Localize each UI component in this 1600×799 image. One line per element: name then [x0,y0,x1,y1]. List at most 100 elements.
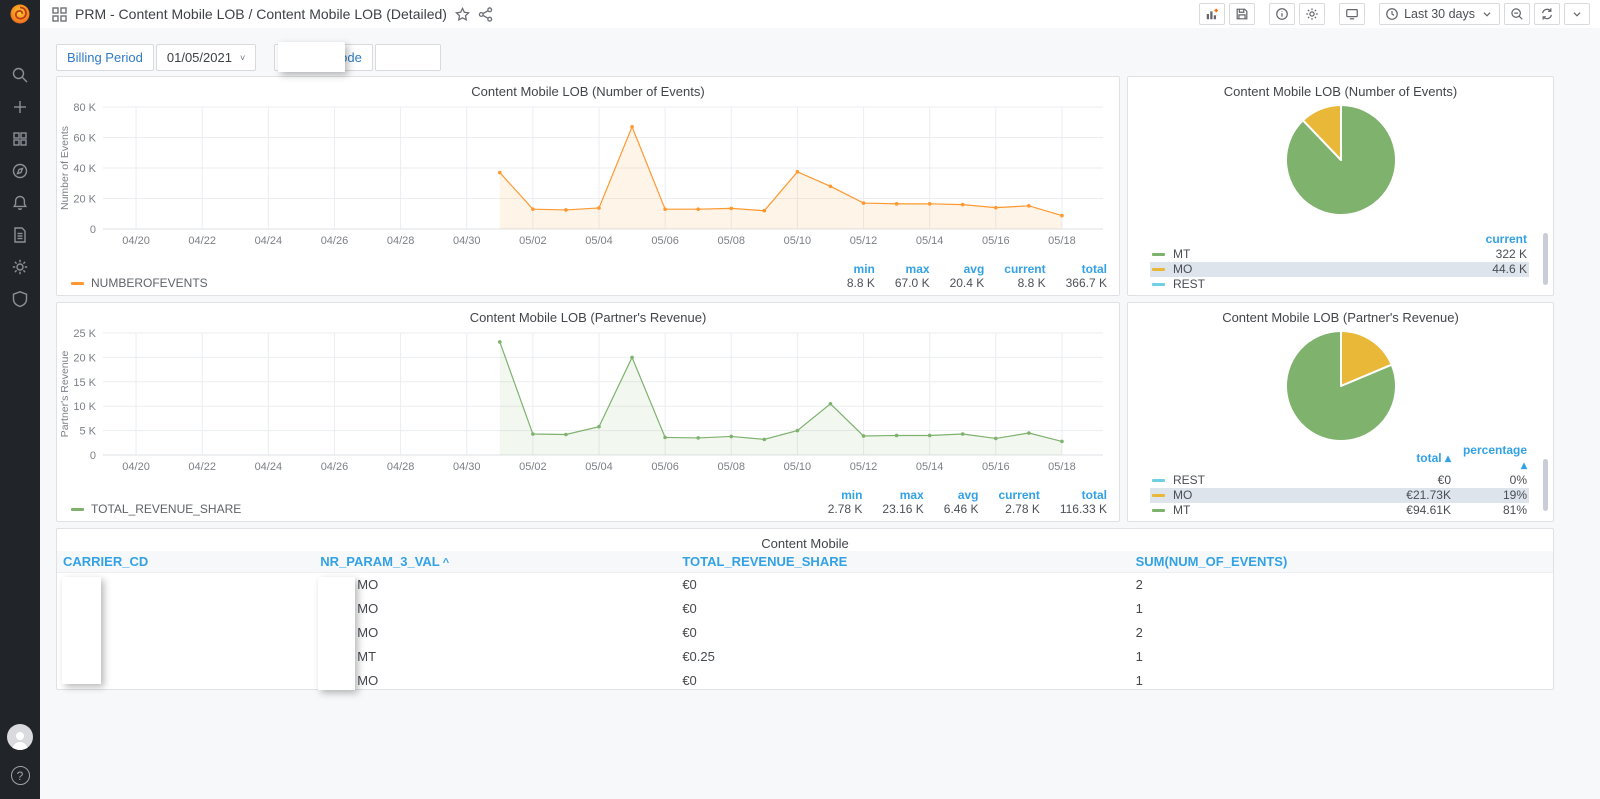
sidebar: ? [0,0,40,799]
series-dash-icon [1152,479,1165,482]
line-chart[interactable]: 04/20 04/22 04/24 04/26 04/28 04/30 05/02 05/04… [57,99,1105,251]
series-dash-icon [1152,268,1165,271]
legend-column-header[interactable]: percentage ▴ [1453,443,1529,473]
stats-table: min max avg current total 2.78 K 23.16 K 6.46 K… [808,488,1107,516]
svg-text:05/06: 05/06 [651,461,679,473]
legend-item[interactable]: REST [1152,277,1451,292]
sidebar-item-configuration[interactable] [11,258,29,276]
help-button[interactable]: ? [10,766,30,785]
billing-period-select[interactable]: 01/05/2021 ˅ [155,44,257,71]
panel-content-mobile-table: Content Mobile CARRIER_CD NR_PARAM_3_VAL … [56,528,1554,690]
panel-title[interactable]: Content Mobile LOB (Number of Events) [57,77,1119,99]
stat-value: 20.4 K [949,276,985,290]
legend-item[interactable]: REST [1152,473,1375,488]
panel-title[interactable]: Content Mobile LOB (Number of Events) [1128,77,1553,99]
sidebar-item-alerting[interactable] [11,194,29,212]
star-icon[interactable] [454,6,470,22]
svg-text:05/04: 05/04 [585,235,613,247]
series-dash-icon [1152,494,1165,497]
sidebar-item-reports[interactable] [11,226,29,244]
refresh-button[interactable] [1534,3,1560,25]
stat-value: 6.46 K [943,502,979,516]
panel-title[interactable]: Content Mobile LOB (Partner's Revenue) [57,303,1119,325]
info-button[interactable] [1269,3,1296,25]
navbar: PRM - Content Mobile LOB / Content Mobil… [40,0,1600,28]
svg-text:05/10: 05/10 [784,461,812,473]
stats-table: min max avg current total 8.8 K 67.0 K 20.4 K 8.… [827,262,1107,290]
table-row: MO €0 1 [57,668,1553,689]
stat-header: max [905,262,930,276]
pie-legend: total ▴ percentage ▴ REST €0 0% MO €21.73K 19% M… [1150,443,1529,518]
grafana-logo-icon [10,4,30,24]
stat-value: 23.16 K [882,502,924,516]
stat-header: total [1081,488,1107,502]
search-icon [12,67,28,83]
share-icon[interactable] [478,6,493,22]
series-name: TOTAL_REVENUE_SHARE [91,502,242,516]
legend-scrollbar[interactable] [1543,233,1548,285]
chevron-down-icon [1483,12,1491,17]
sidebar-item-search[interactable] [11,66,29,84]
panel-number-of-events-line: Content Mobile LOB (Number of Events) 04… [56,76,1120,296]
stat-header: total [1081,262,1107,276]
table-cell: MO [357,600,379,616]
series-legend[interactable]: TOTAL_REVENUE_SHARE [71,502,241,516]
table-column-header[interactable]: CARRIER_CD [57,551,314,572]
legend-label: MT [1173,503,1191,517]
legend-column-header[interactable]: total ▴ [1377,443,1453,473]
info-icon [1276,8,1288,20]
line-chart[interactable]: 04/20 04/22 04/24 04/26 04/28 04/30 05/02 05/04… [57,325,1105,477]
time-range-label: Last 30 days [1404,7,1475,21]
sidebar-item-dashboards[interactable] [11,130,29,148]
legend-value: €94.61K [1406,503,1451,517]
svg-text:04/28: 04/28 [387,235,415,247]
dashboard-icon [52,6,67,22]
series-legend[interactable]: NUMBEROFEVENTS [71,276,208,290]
legend-item[interactable]: MO [1152,262,1451,277]
bell-icon [12,195,28,210]
dashboard-settings-button[interactable] [1299,3,1326,25]
legend-item[interactable]: MT [1152,503,1375,518]
pie-chart[interactable] [1282,101,1400,219]
legend-value: 322 K [1495,247,1527,261]
table-column-header[interactable]: TOTAL_REVENUE_SHARE [676,551,1129,572]
save-dashboard-button[interactable] [1229,3,1256,25]
zoom-out-button[interactable] [1504,3,1530,25]
tv-mode-button[interactable] [1339,3,1366,25]
billing-period-label: Billing Period [56,44,154,71]
legend-item[interactable]: MO [1152,488,1375,503]
svg-text:04/20: 04/20 [122,235,150,247]
legend-item[interactable]: MT [1152,247,1451,262]
user-avatar[interactable] [7,724,33,750]
refresh-interval-dropdown[interactable] [1564,3,1590,25]
table-row: MT €0.25 1 [57,644,1553,668]
shield-icon [12,291,28,308]
table-column-header[interactable]: SUM(NUM_OF_EVENTS) [1130,551,1553,572]
table-cell: €0 [682,600,697,616]
panel-title[interactable]: Content Mobile LOB (Partner's Revenue) [1128,303,1553,325]
partner-code-select[interactable] [374,44,441,71]
sidebar-item-create[interactable] [11,98,29,116]
sidebar-item-server-admin[interactable] [11,290,29,308]
panel-partners-revenue-line: Content Mobile LOB (Partner's Revenue) 0… [56,302,1120,522]
clock-icon [1386,8,1398,20]
series-dash-icon [71,281,84,285]
svg-text:Number of Events: Number of Events [59,126,71,210]
legend-scrollbar[interactable] [1543,459,1548,511]
add-panel-button[interactable] [1199,3,1226,25]
svg-text:20 K: 20 K [73,352,96,364]
legend-column-header[interactable]: current [1453,232,1529,247]
time-range-picker[interactable]: Last 30 days [1379,3,1500,25]
panel-title[interactable]: Content Mobile [57,529,1553,551]
pie-chart[interactable] [1282,327,1400,445]
table-column-header[interactable]: NR_PARAM_3_VAL ^ [314,551,676,572]
panel-partners-revenue-pie: Content Mobile LOB (Partner's Revenue) t… [1127,302,1554,522]
grafana-logo[interactable] [0,0,40,28]
sidebar-item-explore[interactable] [11,162,29,180]
svg-text:Partner's Revenue: Partner's Revenue [59,351,71,438]
stat-header: avg [963,262,985,276]
compass-icon [12,163,28,179]
svg-text:04/26: 04/26 [321,461,349,473]
svg-text:04/28: 04/28 [387,461,415,473]
svg-text:40 K: 40 K [73,163,96,175]
